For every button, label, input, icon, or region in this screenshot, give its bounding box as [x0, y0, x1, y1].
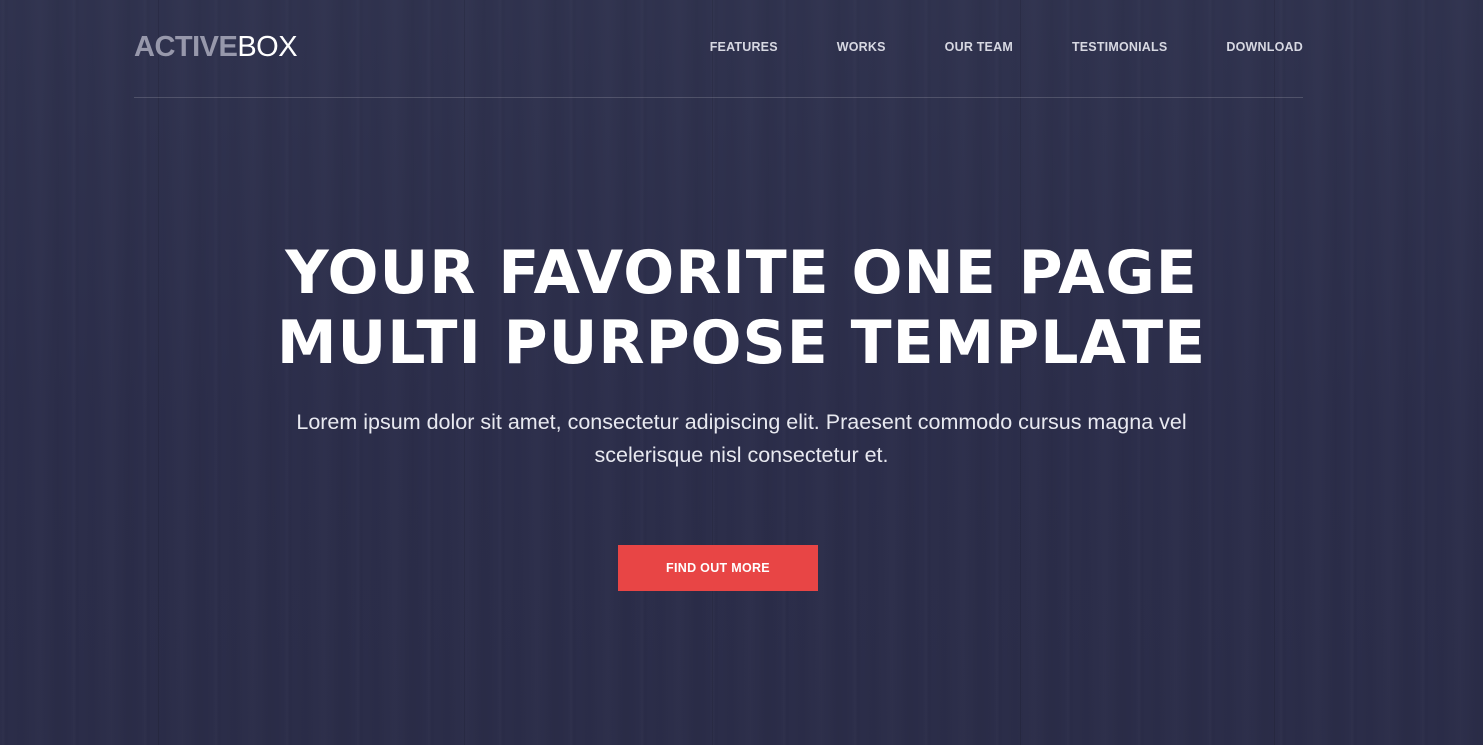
logo-text-bold: ACTIVE [134, 31, 238, 63]
hero-subtitle: Lorem ipsum dolor sit amet, consectetur … [296, 410, 1187, 467]
site-header: ACTIVEBOX FEATURES WORKS OUR TEAM TESTIM… [134, 0, 1303, 98]
hero-title: YOUR FAVORITE ONE PAGE MULTI PURPOSE TEM… [242, 238, 1242, 378]
hero-section: YOUR FAVORITE ONE PAGE MULTI PURPOSE TEM… [0, 238, 1483, 472]
landing-page: { "header": { "logo": { "bold": "ACTIVE"… [0, 0, 1483, 745]
nav-item-testimonials[interactable]: TESTIMONIALS [1072, 39, 1167, 55]
hero-title-line-1: YOUR FAVORITE ONE PAGE [285, 238, 1198, 308]
nav-item-our-team[interactable]: OUR TEAM [945, 39, 1013, 55]
nav-item-works[interactable]: WORKS [837, 39, 886, 55]
nav-item-features[interactable]: FEATURES [710, 39, 778, 55]
hero-title-line-2: MULTI PURPOSE TEMPLATE [276, 308, 1207, 378]
logo-text-light: BOX [237, 31, 298, 63]
site-logo[interactable]: ACTIVEBOX [134, 31, 298, 63]
nav-item-download[interactable]: DOWNLOAD [1226, 39, 1303, 55]
find-out-more-button[interactable]: FIND OUT MORE [618, 545, 818, 591]
main-nav: FEATURES WORKS OUR TEAM TESTIMONIALS DOW… [651, 39, 1303, 55]
